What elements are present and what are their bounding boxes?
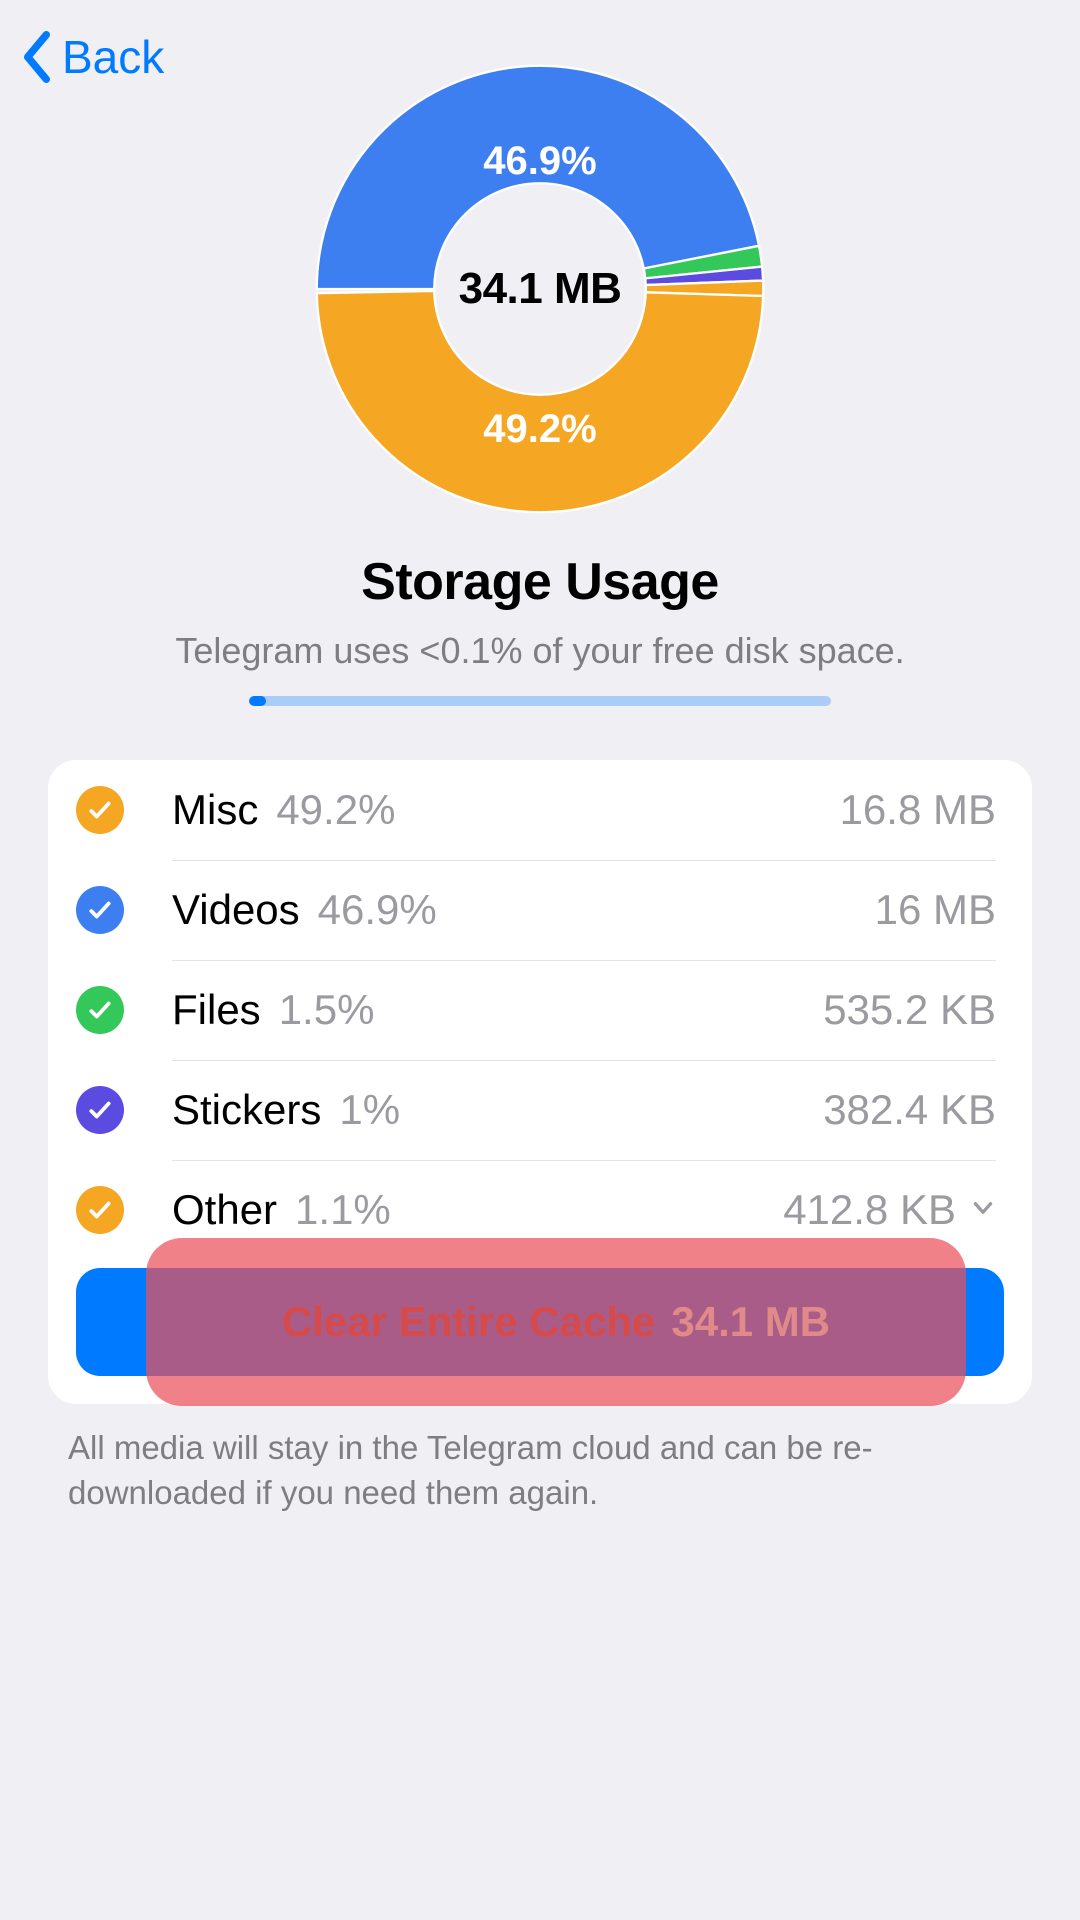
chart-slice-label-misc: 49.2% [483, 407, 596, 452]
storage-donut-chart: 34.1 MB 46.9% 49.2% [305, 54, 775, 524]
chevron-down-icon[interactable] [970, 1195, 996, 1226]
checkbox[interactable] [76, 986, 124, 1034]
category-name: Files [172, 986, 261, 1034]
category-size: 16.8 MB [840, 786, 996, 834]
page-title: Storage Usage [0, 552, 1080, 612]
checkbox[interactable] [76, 786, 124, 834]
checkbox[interactable] [76, 1086, 124, 1134]
category-size: 412.8 KB [783, 1186, 956, 1234]
chart-slice-label-videos: 46.9% [483, 139, 596, 184]
category-size: 16 MB [875, 886, 996, 934]
clear-cache-highlight[interactable]: Clear Entire Cache 34.1 MB [146, 1238, 966, 1406]
category-size: 382.4 KB [823, 1086, 996, 1134]
clear-cache-size: 34.1 MB [671, 1298, 830, 1346]
categories-card: Misc 49.2% 16.8 MB Videos 46.9% 16 MB Files 1.5… [48, 760, 1032, 1404]
category-percent: 1.5% [279, 986, 375, 1034]
category-size: 535.2 KB [823, 986, 996, 1034]
category-percent: 1.1% [295, 1186, 391, 1234]
category-name: Stickers [172, 1086, 321, 1134]
back-label: Back [62, 30, 164, 84]
checkbox[interactable] [76, 886, 124, 934]
checkmark-icon [87, 1097, 113, 1123]
category-percent: 49.2% [276, 786, 395, 834]
checkmark-icon [87, 797, 113, 823]
chevron-left-icon [20, 31, 54, 83]
category-name: Other [172, 1186, 277, 1234]
checkmark-icon [87, 997, 113, 1023]
category-row[interactable]: Videos 46.9% 16 MB [48, 860, 1032, 960]
footer-note: All media will stay in the Telegram clou… [68, 1426, 1012, 1515]
clear-cache-label: Clear Entire Cache [282, 1298, 656, 1346]
category-name: Misc [172, 786, 258, 834]
page-subtitle: Telegram uses <0.1% of your free disk sp… [0, 630, 1080, 672]
category-percent: 46.9% [318, 886, 437, 934]
chart-center-value: 34.1 MB [459, 264, 622, 314]
category-name: Videos [172, 886, 300, 934]
back-button[interactable]: Back [20, 30, 164, 84]
checkmark-icon [87, 1197, 113, 1223]
category-row[interactable]: Stickers 1% 382.4 KB [48, 1060, 1032, 1160]
category-row[interactable]: Files 1.5% 535.2 KB [48, 960, 1032, 1060]
disk-usage-bar [249, 696, 831, 706]
checkbox[interactable] [76, 1186, 124, 1234]
category-row[interactable]: Misc 49.2% 16.8 MB [48, 760, 1032, 860]
checkmark-icon [87, 897, 113, 923]
category-percent: 1% [339, 1086, 400, 1134]
